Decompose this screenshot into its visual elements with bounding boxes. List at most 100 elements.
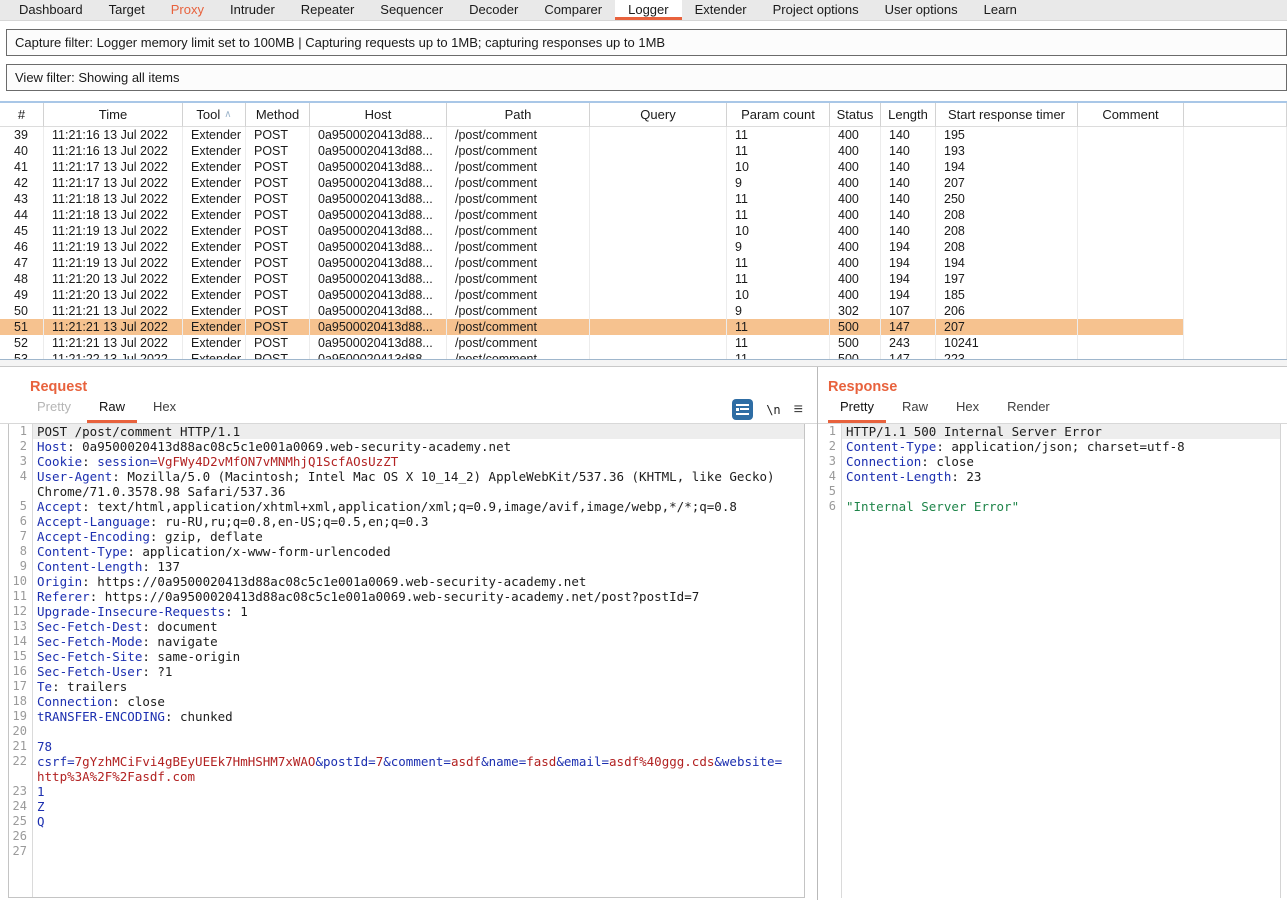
- menu-tab-repeater[interactable]: Repeater: [288, 0, 367, 20]
- table-row[interactable]: 5211:21:21 13 Jul 2022ExtenderPOST0a9500…: [0, 335, 1287, 351]
- menu-tab-decoder[interactable]: Decoder: [456, 0, 531, 20]
- column-header-method[interactable]: Method: [246, 103, 310, 127]
- line-content: tRANSFER-ENCODING: chunked: [33, 709, 804, 724]
- line-content: Host: 0a9500020413d88ac08c5c1e001a0069.w…: [33, 439, 804, 454]
- cell-path: /post/comment: [447, 191, 590, 207]
- horizontal-splitter[interactable]: [0, 359, 1287, 367]
- editor-menu-icon[interactable]: ≡: [794, 402, 803, 418]
- line-content: 78: [33, 739, 804, 754]
- table-row[interactable]: 4511:21:19 13 Jul 2022ExtenderPOST0a9500…: [0, 223, 1287, 239]
- table-row[interactable]: 4011:21:16 13 Jul 2022ExtenderPOST0a9500…: [0, 143, 1287, 159]
- capture-filter-bar[interactable]: Capture filter: Logger memory limit set …: [6, 29, 1287, 56]
- table-row[interactable]: 5311:21:22 13 Jul 2022ExtenderPOST0a9500…: [0, 351, 1287, 359]
- cell-path: /post/comment: [447, 351, 590, 359]
- menu-tab-proxy[interactable]: Proxy: [158, 0, 217, 20]
- cell-length: 147: [881, 351, 936, 359]
- cell-method: POST: [246, 239, 310, 255]
- column-header-length[interactable]: Length: [881, 103, 936, 127]
- menu-tab-extender[interactable]: Extender: [682, 0, 760, 20]
- cell-id: 53: [0, 351, 44, 359]
- cell-path: /post/comment: [447, 175, 590, 191]
- menu-tab-project-options[interactable]: Project options: [760, 0, 872, 20]
- column-header-tool[interactable]: Tool∧: [183, 103, 246, 127]
- table-row[interactable]: 4811:21:20 13 Jul 2022ExtenderPOST0a9500…: [0, 271, 1287, 287]
- line-content: HTTP/1.1 500 Internal Server Error: [842, 424, 1280, 439]
- cell-param_count: 9: [727, 303, 830, 319]
- cell-timer: 208: [936, 239, 1078, 255]
- response-tab-pretty[interactable]: Pretty: [828, 399, 886, 423]
- column-header-time[interactable]: Time: [44, 103, 183, 127]
- response-tab-raw[interactable]: Raw: [890, 399, 940, 423]
- view-filter-text: View filter: Showing all items: [15, 70, 180, 85]
- menu-tab-learn[interactable]: Learn: [971, 0, 1030, 20]
- cell-method: POST: [246, 319, 310, 335]
- show-newlines-icon[interactable]: \n: [766, 403, 780, 417]
- cell-filler: [1184, 143, 1287, 159]
- line-content: Referer: https://0a9500020413d88ac08c5c1…: [33, 589, 804, 604]
- cell-host: 0a9500020413d88...: [310, 319, 447, 335]
- line-number: 27: [9, 844, 33, 859]
- editor-line: 14Sec-Fetch-Mode: navigate: [9, 634, 804, 649]
- cell-status: 400: [830, 239, 881, 255]
- cell-query: [590, 223, 727, 239]
- cell-path: /post/comment: [447, 335, 590, 351]
- column-header-path[interactable]: Path: [447, 103, 590, 127]
- column-header-comment[interactable]: Comment: [1078, 103, 1184, 127]
- table-row[interactable]: 3911:21:16 13 Jul 2022ExtenderPOST0a9500…: [0, 127, 1287, 143]
- column-header-param-count[interactable]: Param count: [727, 103, 830, 127]
- cell-param_count: 11: [727, 271, 830, 287]
- line-number: 20: [9, 724, 33, 739]
- menu-tab-dashboard[interactable]: Dashboard: [6, 0, 96, 20]
- cell-comment: [1078, 287, 1184, 303]
- line-content: 1: [33, 784, 804, 799]
- response-tab-render[interactable]: Render: [995, 399, 1062, 423]
- column-header-start-response-timer[interactable]: Start response timer: [936, 103, 1078, 127]
- request-tab-hex[interactable]: Hex: [141, 399, 188, 423]
- table-row[interactable]: 4411:21:18 13 Jul 2022ExtenderPOST0a9500…: [0, 207, 1287, 223]
- cell-comment: [1078, 159, 1184, 175]
- request-panel: Request PrettyRawHex \n ≡ 1POST /post/co…: [0, 367, 818, 900]
- menu-tab-sequencer[interactable]: Sequencer: [367, 0, 456, 20]
- table-row[interactable]: 4611:21:19 13 Jul 2022ExtenderPOST0a9500…: [0, 239, 1287, 255]
- cell-tool: Extender: [183, 159, 246, 175]
- column-header-host[interactable]: Host: [310, 103, 447, 127]
- menu-tab-intruder[interactable]: Intruder: [217, 0, 288, 20]
- table-row[interactable]: 4911:21:20 13 Jul 2022ExtenderPOST0a9500…: [0, 287, 1287, 303]
- response-tab-hex[interactable]: Hex: [944, 399, 991, 423]
- cell-filler: [1184, 159, 1287, 175]
- menu-tab-comparer[interactable]: Comparer: [531, 0, 615, 20]
- table-row[interactable]: 4311:21:18 13 Jul 2022ExtenderPOST0a9500…: [0, 191, 1287, 207]
- cell-tool: Extender: [183, 143, 246, 159]
- response-editor[interactable]: 1HTTP/1.1 500 Internal Server Error2Cont…: [818, 423, 1287, 900]
- cell-length: 140: [881, 191, 936, 207]
- cell-path: /post/comment: [447, 127, 590, 143]
- cell-time: 11:21:21 13 Jul 2022: [44, 303, 183, 319]
- line-content: [842, 484, 1280, 499]
- cell-comment: [1078, 143, 1184, 159]
- cell-param_count: 11: [727, 191, 830, 207]
- request-tab-raw[interactable]: Raw: [87, 399, 137, 423]
- table-row[interactable]: 4111:21:17 13 Jul 2022ExtenderPOST0a9500…: [0, 159, 1287, 175]
- cell-timer: 193: [936, 143, 1078, 159]
- cell-tool: Extender: [183, 335, 246, 351]
- cell-host: 0a9500020413d88...: [310, 303, 447, 319]
- cell-method: POST: [246, 159, 310, 175]
- line-number: 6: [818, 499, 842, 514]
- menu-tab-target[interactable]: Target: [96, 0, 158, 20]
- view-filter-bar[interactable]: View filter: Showing all items: [6, 64, 1287, 91]
- column-header-status[interactable]: Status: [830, 103, 881, 127]
- line-number: 3: [9, 454, 33, 469]
- request-editor[interactable]: 1POST /post/comment HTTP/1.12Host: 0a950…: [0, 423, 817, 900]
- cell-length: 140: [881, 159, 936, 175]
- menu-tab-user-options[interactable]: User options: [872, 0, 971, 20]
- table-row[interactable]: 4211:21:17 13 Jul 2022ExtenderPOST0a9500…: [0, 175, 1287, 191]
- request-tab-pretty[interactable]: Pretty: [25, 399, 83, 423]
- cell-time: 11:21:17 13 Jul 2022: [44, 175, 183, 191]
- prettify-icon[interactable]: [732, 399, 753, 420]
- menu-tab-logger[interactable]: Logger: [615, 0, 681, 20]
- column-header-query[interactable]: Query: [590, 103, 727, 127]
- column-header--[interactable]: #: [0, 103, 44, 127]
- table-row[interactable]: 5011:21:21 13 Jul 2022ExtenderPOST0a9500…: [0, 303, 1287, 319]
- table-row[interactable]: 5111:21:21 13 Jul 2022ExtenderPOST0a9500…: [0, 319, 1287, 335]
- table-row[interactable]: 4711:21:19 13 Jul 2022ExtenderPOST0a9500…: [0, 255, 1287, 271]
